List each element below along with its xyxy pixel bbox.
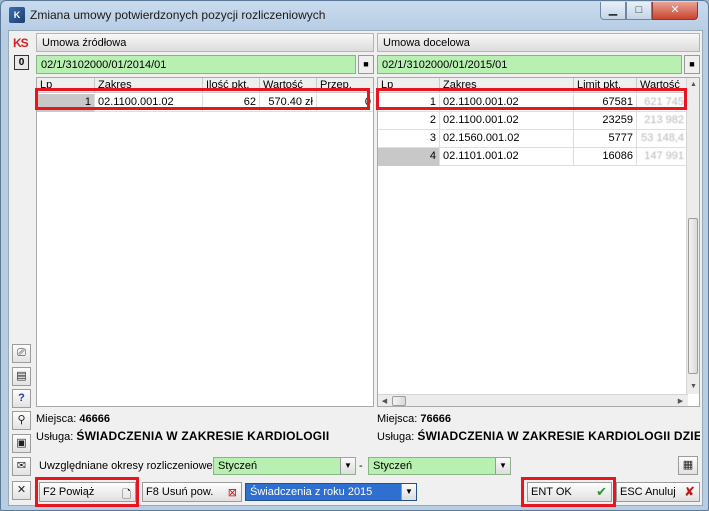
miejsca-value: 76666 <box>420 413 451 425</box>
service-year-select[interactable]: Świadczenia z roku 2015 ▼ <box>245 483 417 501</box>
app-icon: K <box>9 7 25 23</box>
cell-limit: 16086 <box>574 148 637 166</box>
scroll-up-arrow[interactable]: ▲ <box>687 78 699 91</box>
annotation-target-row <box>376 88 687 110</box>
usluga-label: Usługa: <box>377 431 415 443</box>
target-vertical-scrollbar[interactable]: ▲ ▼ <box>686 78 699 394</box>
cancel-button[interactable]: ESC Anuluj ✘ <box>616 482 700 502</box>
period-to-value: Styczeń <box>373 460 413 472</box>
period-to-select[interactable]: Styczeń ▼ <box>368 457 511 475</box>
scroll-down-arrow[interactable]: ▼ <box>687 380 699 393</box>
close-window-button[interactable]: ✕ <box>652 2 698 20</box>
cell-zakres: 02.1101.001.02 <box>440 148 574 166</box>
title-bar[interactable]: K Zmiana umowy potwierdzonych pozycji ro… <box>1 1 708 29</box>
period-from-select[interactable]: Styczeń ▼ <box>213 457 356 475</box>
f8-key: F8 <box>146 486 159 498</box>
scroll-left-arrow[interactable]: ◀ <box>378 395 391 406</box>
annotation-source-row <box>35 88 370 110</box>
period-separator: - <box>359 460 363 472</box>
cell-zakres: 02.1100.001.02 <box>440 112 574 130</box>
usluga-value: ŚWIADCZENIA W ZAKRESIE KARDIOLOGII DZIE <box>417 429 700 443</box>
table-row[interactable]: 2 02.1100.001.02 23259 213 982 <box>378 112 699 130</box>
scroll-thumb[interactable] <box>688 218 698 374</box>
dialog-window: K Zmiana umowy potwierdzonych pozycji ro… <box>0 0 709 511</box>
chevron-down-icon[interactable]: ▼ <box>401 484 416 500</box>
zero-button[interactable]: 0 <box>14 55 29 70</box>
source-header: Umowa źródłowa <box>36 33 374 52</box>
mail-icon[interactable]: ✉ <box>12 457 31 476</box>
search-icon[interactable]: ⚲ <box>12 411 31 430</box>
miejsca-label: Miejsca: <box>36 413 77 425</box>
table-row[interactable]: 3 02.1560.001.02 5777 53 148,4 <box>378 130 699 148</box>
source-usluga: Usługa: ŚWIADCZENIA W ZAKRESIE KARDIOLOG… <box>36 429 329 443</box>
usluga-value: ŚWIADCZENIA W ZAKRESIE KARDIOLOGII <box>76 429 330 443</box>
cell-zakres: 02.1560.001.02 <box>440 130 574 148</box>
screen-icon[interactable]: ⎚ <box>12 344 31 363</box>
service-year-value: Świadczenia z roku 2015 <box>250 486 373 498</box>
scroll-right-arrow[interactable]: ▶ <box>674 395 687 406</box>
cancel-x-icon: ✘ <box>684 484 695 499</box>
target-header: Umowa docelowa <box>377 33 700 52</box>
calculator-icon[interactable]: ▦ <box>678 456 698 475</box>
table-row[interactable]: 4 02.1101.001.02 16086 147 991 <box>378 148 699 166</box>
help-icon[interactable]: ? <box>12 389 31 408</box>
calculator-icon[interactable]: ▤ <box>12 367 31 386</box>
cell-wartosc: 147 991 <box>637 148 688 166</box>
chevron-down-icon[interactable]: ▼ <box>340 458 355 474</box>
left-toolbar: KS 0 ⎚ ▤ ? ⚲ ▣ ✉ ✕ <box>9 31 35 507</box>
image-icon[interactable]: ▣ <box>12 434 31 453</box>
target-contract-field[interactable]: 02/1/3102000/01/2015/01 <box>377 55 682 74</box>
window-title: Zmiana umowy potwierdzonych pozycji rozl… <box>30 8 326 22</box>
cell-lp: 2 <box>378 112 440 130</box>
unlink-label: Usuń pow. <box>161 486 214 498</box>
target-miejsca: Miejsca: 76666 <box>377 413 451 425</box>
cell-wartosc: 213 982 <box>637 112 688 130</box>
unlink-button[interactable]: F8 Usuń pow. ⊠ <box>142 482 242 502</box>
period-from-value: Styczeń <box>218 460 258 472</box>
cell-lp: 4 <box>378 148 440 166</box>
chevron-down-icon[interactable]: ▼ <box>495 458 510 474</box>
cell-limit: 5777 <box>574 130 637 148</box>
cell-lp: 3 <box>378 130 440 148</box>
source-miejsca: Miejsca: 46666 <box>36 413 110 425</box>
hscroll-thumb[interactable] <box>392 396 406 406</box>
cell-wartosc: 53 148,4 <box>637 130 688 148</box>
annotation-link-button <box>35 477 139 507</box>
target-usluga: Usługa: ŚWIADCZENIA W ZAKRESIE KARDIOLOG… <box>377 429 700 443</box>
close-icon[interactable]: ✕ <box>12 481 31 500</box>
source-contract-field[interactable]: 02/1/3102000/01/2014/01 <box>36 55 356 74</box>
annotation-ok-button <box>521 477 616 507</box>
target-grid: Lp Zakres Limit pkt. Wartość 1 02.1100.0… <box>377 77 700 407</box>
periods-row: Uwzględniane okresy rozliczeniowe: Stycz… <box>35 455 700 477</box>
source-grid: Lp Zakres Ilość pkt. Wartość Przep. 1 02… <box>36 77 374 407</box>
maximize-button[interactable]: □ <box>626 2 652 20</box>
miejsca-value: 46666 <box>79 413 110 425</box>
miejsca-label: Miejsca: <box>377 413 418 425</box>
cell-limit: 23259 <box>574 112 637 130</box>
source-contract-picker-button[interactable]: ■ <box>358 55 374 74</box>
usluga-label: Usługa: <box>36 431 74 443</box>
esc-key: ESC <box>620 486 643 498</box>
delete-icon: ⊠ <box>227 487 237 499</box>
target-horizontal-scrollbar[interactable]: ◀ ▶ <box>378 394 688 406</box>
periods-label: Uwzględniane okresy rozliczeniowe: <box>39 460 216 472</box>
target-contract-picker-button[interactable]: ■ <box>684 55 700 74</box>
ks-logo-icon: KS <box>13 36 29 50</box>
minimize-button[interactable]: ▁ <box>600 2 626 20</box>
cancel-label: Anuluj <box>645 486 676 498</box>
